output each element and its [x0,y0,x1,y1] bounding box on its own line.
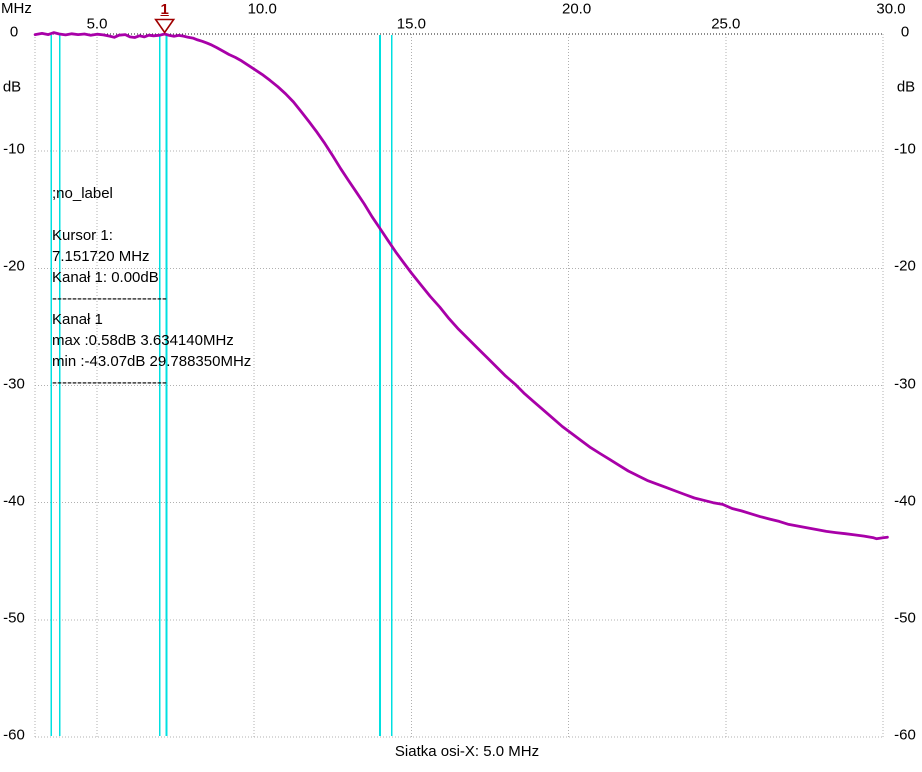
x-tick-label: 30.0 [876,2,905,17]
y-axis-unit-left: dB [3,80,21,95]
annotation-line: ----------------------- [52,372,251,393]
measurement-annotation: ;no_label Kursor 1:7.151720 MHzKanał 1: … [52,183,251,393]
y-tick-label-right: 0 [901,25,909,40]
y-tick-label-right: -20 [894,259,916,274]
x-tick-label: 20.0 [562,2,591,17]
y-tick-label-right: -40 [894,493,916,508]
cursor-number-label[interactable]: 1 [153,1,177,18]
y-tick-label-left: -20 [3,259,25,274]
y-tick-label-left: -40 [3,493,25,508]
annotation-line: Kursor 1: [52,225,251,246]
y-tick-label-left: -60 [3,728,25,743]
annotation-line: max :0.58dB 3.634140MHz [52,330,251,351]
y-tick-label-right: -60 [894,728,916,743]
x-tick-label: 15.0 [397,17,426,32]
x-axis-unit-top-left: MHz [1,1,32,16]
cursor-triangle-icon[interactable] [156,20,174,33]
y-tick-label-left: -30 [3,376,25,391]
y-tick-label-left: -10 [3,142,25,157]
annotation-line: min :-43.07dB 29.788350MHz [52,351,251,372]
annotation-line [52,204,251,225]
x-tick-label: 5.0 [87,17,108,32]
annotation-line: ----------------------- [52,288,251,309]
y-tick-label-left: 0 [10,25,18,40]
cursor-marker[interactable] [156,20,174,33]
y-axis-unit-right: dB [897,80,915,95]
frequency-response-chart: MHz 5.0 10.0 15.0 20.0 25.0 30.0 0 -10 -20 -30 -4… [0,0,922,772]
annotation-line: Kanał 1 [52,309,251,330]
y-tick-label-right: -50 [894,610,916,625]
annotation-line: Kanał 1: 0.00dB [52,267,251,288]
annotation-line: 7.151720 MHz [52,246,251,267]
y-tick-label-right: -10 [894,142,916,157]
x-tick-label: 10.0 [248,2,277,17]
annotation-line: ;no_label [52,183,251,204]
x-tick-label: 25.0 [711,17,740,32]
y-tick-label-left: -50 [3,610,25,625]
y-tick-label-right: -30 [894,376,916,391]
x-grid-step-label: Siatka osi-X: 5.0 MHz [367,743,567,760]
